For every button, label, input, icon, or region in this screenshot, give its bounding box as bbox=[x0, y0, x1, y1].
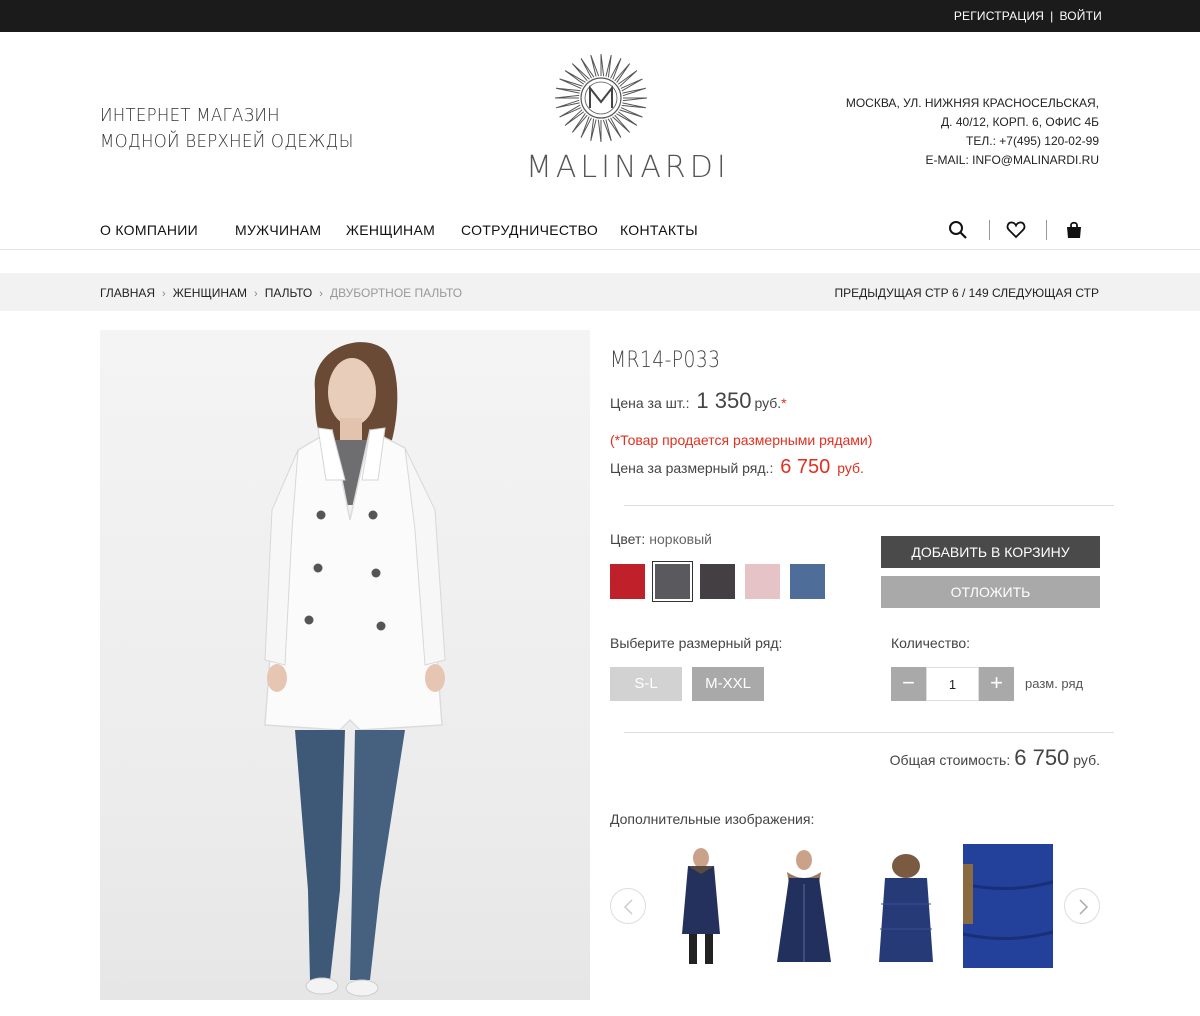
thumbnail-4[interactable] bbox=[963, 844, 1053, 968]
divider bbox=[624, 732, 1114, 733]
product-main-image[interactable] bbox=[100, 330, 590, 1000]
quantity-decrease-button[interactable]: − bbox=[891, 667, 926, 701]
header-icons bbox=[948, 218, 1088, 242]
color-swatch[interactable] bbox=[790, 564, 825, 599]
total-price: Общая стоимость: 6 750 руб. bbox=[890, 745, 1100, 771]
breadcrumb-bar: ГЛАВНАЯ › ЖЕНЩИНАМ › ПАЛЬТО › ДВУБОРТНОЕ ПАЛЬТ… bbox=[0, 273, 1200, 311]
store-tagline: ИНТЕРНЕТ МАГАЗИН МОДНОЙ ВЕРХНЕЙ ОДЕЖДЫ bbox=[100, 103, 354, 155]
divider bbox=[624, 505, 1114, 506]
login-link[interactable]: ВОЙТИ bbox=[1059, 9, 1102, 23]
row-price-label: Цена за размерный ряд.: bbox=[610, 460, 774, 476]
tagline-line-1: ИНТЕРНЕТ МАГАЗИН bbox=[100, 105, 280, 126]
unit-price-asterisk: * bbox=[781, 395, 787, 411]
unit-price-value: 1 350 bbox=[696, 388, 752, 413]
quantity-input[interactable] bbox=[926, 667, 979, 701]
thumbnail-3[interactable] bbox=[861, 844, 951, 968]
total-currency: руб. bbox=[1073, 752, 1100, 768]
row-price-value: 6 750 bbox=[780, 456, 831, 478]
register-link[interactable]: РЕГИСТРАЦИЯ bbox=[954, 9, 1044, 23]
nav-item-women[interactable]: ЖЕНЩИНАМ bbox=[346, 222, 435, 238]
row-price: Цена за размерный ряд.: 6 750 руб. bbox=[610, 456, 864, 479]
quantity-increase-button[interactable]: + bbox=[979, 667, 1014, 701]
color-swatch[interactable] bbox=[610, 564, 645, 599]
address-line-2: Д. 40/12, КОРП. 6, ОФИС 4Б bbox=[941, 115, 1099, 129]
add-to-cart-button[interactable]: ДОБАВИТЬ В КОРЗИНУ bbox=[881, 536, 1100, 568]
breadcrumb-current: ДВУБОРТНОЕ ПАЛЬТО bbox=[329, 286, 463, 300]
fabric-closeup-image bbox=[963, 844, 1053, 968]
breadcrumb-women[interactable]: ЖЕНЩИНАМ bbox=[173, 286, 247, 300]
unit-price-currency: руб. bbox=[754, 395, 782, 411]
total-value: 6 750 bbox=[1014, 745, 1070, 770]
color-swatch[interactable] bbox=[652, 561, 693, 602]
contact-info: МОСКВА, УЛ. НИЖНЯЯ КРАСНОСЕЛЬСКАЯ, Д. 40… bbox=[846, 94, 1099, 170]
nav-divider bbox=[0, 249, 1200, 250]
brand-name: MALINARDI bbox=[526, 150, 730, 185]
quantity-unit: разм. ряд bbox=[1025, 676, 1084, 691]
color-label-text: Цвет: bbox=[610, 531, 646, 547]
chevron-right-icon: › bbox=[162, 288, 166, 300]
nav-item-men[interactable]: МУЖЧИНАМ bbox=[235, 222, 321, 238]
auth-separator: | bbox=[1050, 9, 1054, 23]
chevron-right-icon bbox=[1079, 899, 1089, 915]
breadcrumb: ГЛАВНАЯ › ЖЕНЩИНАМ › ПАЛЬТО › ДВУБОРТНОЕ ПАЛЬТ… bbox=[100, 286, 462, 300]
nav-item-contacts[interactable]: КОНТАКТЫ bbox=[620, 222, 698, 238]
postpone-button[interactable]: ОТЛОЖИТЬ bbox=[881, 576, 1100, 608]
search-icon[interactable] bbox=[948, 220, 968, 240]
top-bar: РЕГИСТРАЦИЯ | ВОЙТИ bbox=[0, 0, 1200, 32]
size-option-m-xxl[interactable]: M-XXL bbox=[692, 667, 764, 701]
color-label: Цвет: норковый bbox=[610, 531, 712, 547]
breadcrumb-coats[interactable]: ПАЛЬТО bbox=[265, 286, 313, 300]
size-row-label: Выберите размерный ряд: bbox=[610, 635, 783, 651]
thumbnail-1[interactable] bbox=[656, 844, 746, 968]
email: E-MAIL: INFO@MALINARDI.RU bbox=[925, 153, 1099, 167]
chevron-right-icon: › bbox=[254, 288, 258, 300]
size-option-s-l[interactable]: S-L bbox=[610, 667, 682, 701]
breadcrumb-home[interactable]: ГЛАВНАЯ bbox=[100, 286, 155, 300]
chevron-right-icon: › bbox=[319, 288, 323, 300]
model-blue-puffer-fur-hood-image bbox=[777, 850, 831, 962]
carousel-prev-button[interactable] bbox=[610, 888, 646, 924]
unit-price: Цена за шт.: 1 350 руб.* bbox=[610, 388, 787, 414]
nav-item-cooperation[interactable]: СОТРУДНИЧЕСТВО bbox=[461, 222, 598, 238]
total-label: Общая стоимость: bbox=[889, 752, 1011, 768]
sun-emblem-icon bbox=[554, 53, 648, 143]
unit-price-label: Цена за шт.: bbox=[610, 395, 690, 411]
brand-logo[interactable]: MALINARDI bbox=[526, 50, 730, 190]
extra-images-label: Дополнительные изображения: bbox=[610, 811, 815, 827]
icon-divider bbox=[989, 220, 990, 240]
model-blue-puffer-back-image bbox=[879, 854, 933, 962]
phone: ТЕЛ.: +7(495) 120-02-99 bbox=[966, 134, 1099, 148]
product-pager[interactable]: ПРЕДЫДУЩАЯ СТР 6 / 149 СЛЕДУЮЩАЯ СТР bbox=[835, 286, 1100, 300]
bag-icon[interactable] bbox=[1064, 220, 1084, 240]
model-in-white-coat-image bbox=[264, 342, 446, 997]
model-blue-puffer-front-image bbox=[682, 848, 720, 964]
chevron-left-icon bbox=[623, 899, 633, 915]
tagline-line-2: МОДНОЙ ВЕРХНЕЙ ОДЕЖДЫ bbox=[100, 131, 354, 152]
color-swatch[interactable] bbox=[745, 564, 780, 599]
thumbnail-2[interactable] bbox=[759, 844, 849, 968]
color-swatch[interactable] bbox=[700, 564, 735, 599]
carousel-next-button[interactable] bbox=[1064, 888, 1100, 924]
heart-icon[interactable] bbox=[1006, 220, 1026, 240]
address-line-1: МОСКВА, УЛ. НИЖНЯЯ КРАСНОСЕЛЬСКАЯ, bbox=[845, 96, 1099, 110]
size-row-note: (*Товар продается размерными рядами) bbox=[610, 432, 873, 448]
color-value: норковый bbox=[649, 531, 712, 547]
icon-divider bbox=[1046, 220, 1047, 240]
product-sku: MR14-P033 bbox=[610, 348, 721, 373]
row-price-currency: руб. bbox=[837, 460, 864, 476]
auth-links: РЕГИСТРАЦИЯ | ВОЙТИ bbox=[954, 9, 1102, 23]
nav-item-about[interactable]: О КОМПАНИИ bbox=[100, 222, 198, 238]
quantity-label: Количество: bbox=[891, 635, 971, 651]
